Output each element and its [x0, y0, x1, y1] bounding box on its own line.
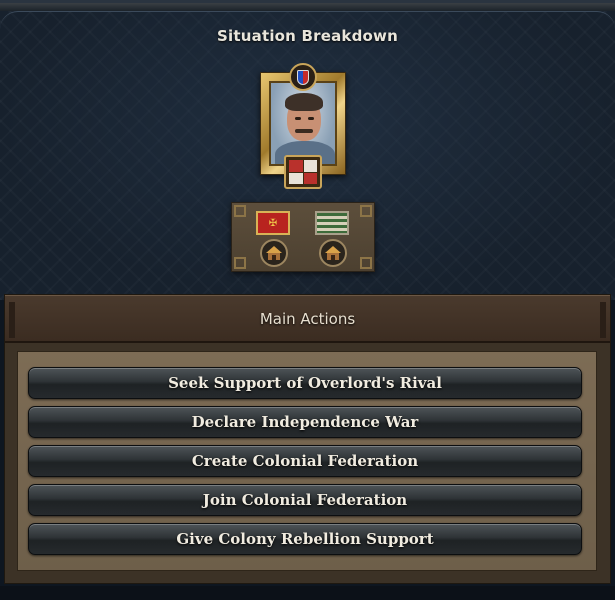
seek-overlord-rival-button[interactable]: Seek Support of Overlord's Rival [28, 367, 582, 399]
portrait-moustache [295, 129, 313, 133]
subject-slots-panel: ✠ [231, 202, 375, 272]
coat-of-arms-icon[interactable] [284, 155, 322, 189]
hut-shape [325, 246, 341, 260]
coat-quarter [289, 160, 303, 172]
portrait-eye-left [295, 117, 301, 120]
main-actions-header: Main Actions [5, 295, 610, 343]
coat-quarter [303, 172, 317, 184]
corner-ornament [360, 257, 372, 269]
bottom-border [0, 586, 615, 600]
red-flag-icon[interactable]: ✠ [256, 211, 290, 235]
corner-ornament [360, 205, 372, 217]
portrait-image [269, 81, 337, 166]
main-actions-title: Main Actions [259, 309, 356, 328]
actions-list: Seek Support of Overlord's Rival Declare… [17, 351, 597, 571]
striped-flag-icon[interactable] [315, 211, 349, 235]
coat-quarter [303, 160, 317, 172]
corner-ornament [234, 205, 246, 217]
main-actions-panel: Main Actions Seek Support of Overlord's … [4, 294, 611, 584]
hut-icon[interactable] [260, 239, 288, 267]
shield-shape [297, 69, 309, 85]
national-shield-icon[interactable] [289, 63, 317, 91]
join-colonial-federation-button[interactable]: Join Colonial Federation [28, 484, 582, 516]
hut-icon[interactable] [319, 239, 347, 267]
portrait-hair [285, 93, 323, 111]
window-title: Situation Breakdown [217, 27, 398, 45]
hut-shape [266, 246, 282, 260]
portrait-eye-right [308, 117, 314, 120]
create-colonial-federation-button[interactable]: Create Colonial Federation [28, 445, 582, 477]
give-rebellion-support-button[interactable]: Give Colony Rebellion Support [28, 523, 582, 555]
declare-independence-war-button[interactable]: Declare Independence War [28, 406, 582, 438]
corner-ornament [234, 257, 246, 269]
coat-quarter [289, 172, 303, 184]
